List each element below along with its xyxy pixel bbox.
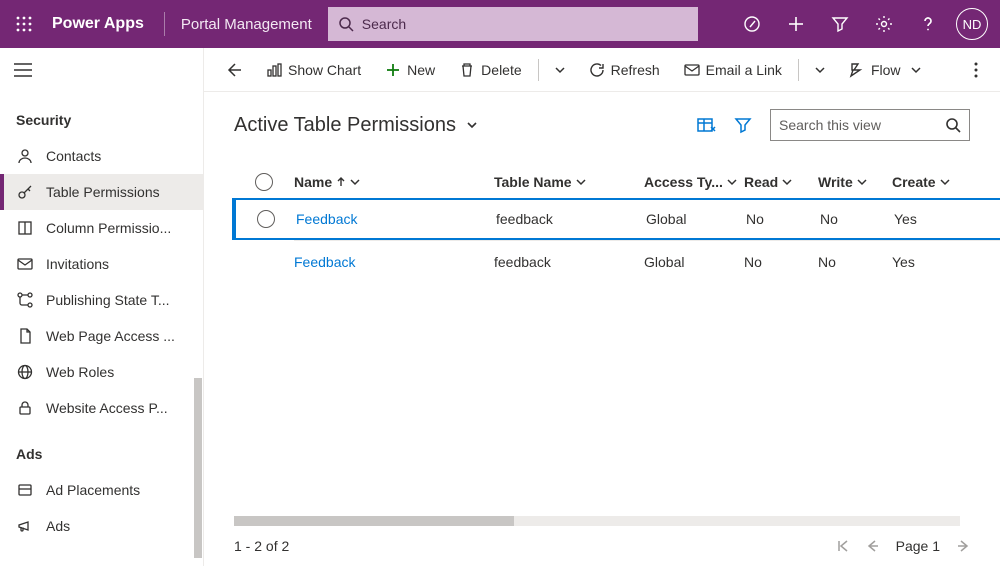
select-all[interactable] — [255, 173, 273, 191]
table-row[interactable]: Feedback feedback Global No No Yes — [232, 198, 1000, 240]
add-icon[interactable] — [774, 0, 818, 48]
column-header-read[interactable]: Read — [744, 174, 818, 190]
chart-icon — [266, 62, 282, 78]
refresh-icon — [589, 62, 605, 78]
cell-name[interactable]: Feedback — [296, 211, 496, 227]
cell-read: No — [744, 254, 818, 270]
cell-table: feedback — [496, 211, 646, 227]
search-this-view[interactable]: Search this view — [770, 109, 970, 141]
overflow-button[interactable] — [964, 54, 988, 86]
flow-icon — [16, 291, 34, 309]
mail-icon — [684, 62, 700, 78]
flow-button[interactable]: Flow — [839, 54, 931, 86]
help-icon[interactable] — [906, 0, 950, 48]
search-placeholder: Search — [362, 16, 406, 32]
column-header-name[interactable]: Name — [294, 174, 494, 190]
cell-access: Global — [646, 211, 746, 227]
first-page-button[interactable] — [836, 539, 850, 553]
column-header-table[interactable]: Table Name — [494, 174, 644, 190]
app-area[interactable]: Portal Management — [181, 16, 312, 33]
horizontal-scrollbar[interactable] — [234, 516, 960, 526]
column-icon — [16, 219, 34, 237]
sidebar-group-security: Security — [0, 92, 203, 138]
divider — [164, 12, 165, 36]
page-icon — [16, 327, 34, 345]
separator — [538, 59, 539, 81]
refresh-button[interactable]: Refresh — [579, 54, 670, 86]
filter-icon[interactable] — [818, 0, 862, 48]
sidebar-item-contacts[interactable]: Contacts — [0, 138, 203, 174]
cell-name[interactable]: Feedback — [294, 254, 494, 270]
sidebar-item-invitations[interactable]: Invitations — [0, 246, 203, 282]
grid-footer: 1 - 2 of 2 Page 1 — [204, 526, 1000, 566]
flow-icon — [849, 62, 865, 78]
mail-icon — [16, 255, 34, 273]
delete-split[interactable] — [545, 54, 575, 86]
email-link-button[interactable]: Email a Link — [674, 54, 792, 86]
cell-write: No — [820, 211, 894, 227]
sidebar-item-publishing-state[interactable]: Publishing State T... — [0, 282, 203, 318]
global-search[interactable]: Search — [328, 7, 698, 41]
view-title: Active Table Permissions — [234, 114, 456, 137]
page-label: Page 1 — [896, 538, 940, 554]
row-selector[interactable] — [257, 210, 275, 228]
plus-icon — [385, 62, 401, 78]
sidebar: Security Contacts Table Permissions Colu… — [0, 48, 204, 566]
sidebar-item-ad-placements[interactable]: Ad Placements — [0, 472, 203, 508]
separator — [798, 59, 799, 81]
cell-write: No — [818, 254, 892, 270]
prev-page-button[interactable] — [866, 539, 880, 553]
column-header-access[interactable]: Access Ty... — [644, 174, 744, 190]
command-bar: Show Chart New Delete Refresh Email a Li… — [204, 48, 1000, 92]
brand-label: Power Apps — [52, 15, 144, 33]
settings-icon[interactable] — [862, 0, 906, 48]
sidebar-item-table-permissions[interactable]: Table Permissions — [0, 174, 203, 210]
cell-create: Yes — [892, 254, 972, 270]
grid-header: Name Table Name Access Ty... Read Write … — [234, 166, 1000, 198]
cell-create: Yes — [894, 211, 974, 227]
cell-table: feedback — [494, 254, 644, 270]
delete-button[interactable]: Delete — [449, 54, 531, 86]
person-icon — [16, 147, 34, 165]
edit-columns-button[interactable] — [696, 115, 716, 135]
back-button[interactable] — [216, 54, 252, 86]
filter-button[interactable] — [734, 116, 752, 134]
sidebar-group-ads: Ads — [0, 426, 203, 472]
search-icon — [945, 117, 961, 133]
record-count: 1 - 2 of 2 — [234, 538, 289, 554]
next-page-button[interactable] — [956, 539, 970, 553]
search-icon — [338, 16, 354, 32]
sidebar-scrollbar[interactable] — [194, 378, 202, 558]
view-selector[interactable] — [466, 119, 478, 131]
sidebar-item-ads[interactable]: Ads — [0, 508, 203, 544]
email-link-split[interactable] — [805, 54, 835, 86]
show-chart-button[interactable]: Show Chart — [256, 54, 371, 86]
cell-access: Global — [644, 254, 744, 270]
column-header-create[interactable]: Create — [892, 174, 972, 190]
sidebar-item-web-roles[interactable]: Web Roles — [0, 354, 203, 390]
globe-icon — [16, 363, 34, 381]
trash-icon — [459, 62, 475, 78]
sidebar-item-web-page-access[interactable]: Web Page Access ... — [0, 318, 203, 354]
key-icon — [16, 183, 34, 201]
sidebar-item-website-access[interactable]: Website Access P... — [0, 390, 203, 426]
lock-icon — [16, 399, 34, 417]
sidebar-toggle[interactable] — [0, 48, 203, 92]
app-launcher[interactable] — [0, 0, 48, 48]
megaphone-icon — [16, 517, 34, 535]
new-button[interactable]: New — [375, 54, 445, 86]
assistant-icon[interactable] — [730, 0, 774, 48]
table-row[interactable]: Feedback feedback Global No No Yes — [234, 241, 1000, 283]
sidebar-item-column-permissions[interactable]: Column Permissio... — [0, 210, 203, 246]
cell-read: No — [746, 211, 820, 227]
user-avatar[interactable]: ND — [956, 8, 988, 40]
column-header-write[interactable]: Write — [818, 174, 892, 190]
placement-icon — [16, 481, 34, 499]
data-grid: Name Table Name Access Ty... Read Write … — [204, 148, 1000, 526]
